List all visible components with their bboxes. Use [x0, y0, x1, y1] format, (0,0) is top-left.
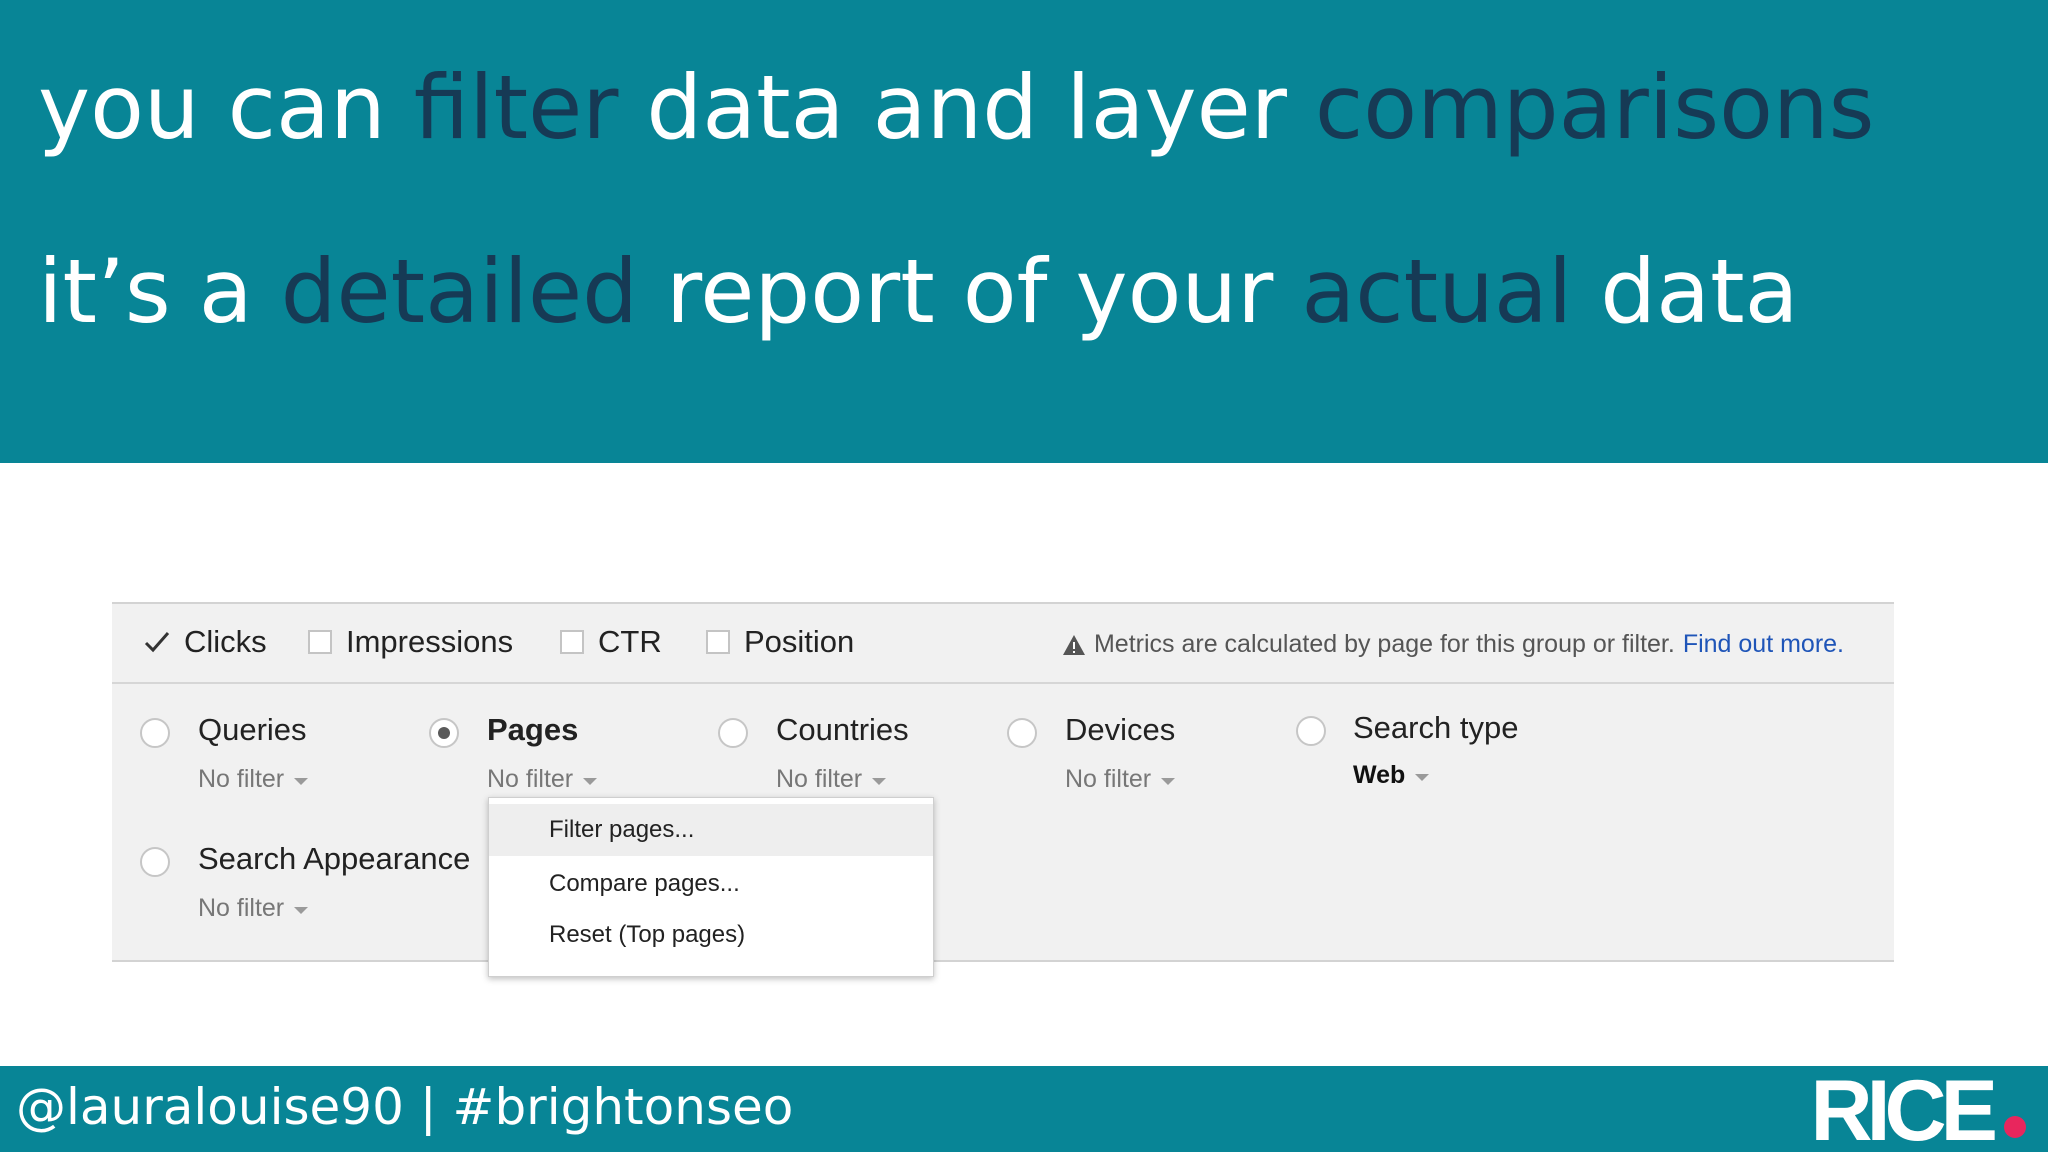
dimension-search-type-label: Search type — [1353, 710, 1519, 745]
search-appearance-radio[interactable] — [140, 847, 170, 877]
devices-filter-value: No filter — [1065, 765, 1152, 793]
headline-text: data and layer — [618, 56, 1315, 159]
chevron-down-icon — [294, 777, 309, 785]
metric-position-label: Position — [744, 624, 855, 659]
checkmark-icon — [144, 632, 170, 653]
headline-highlight: comparisons — [1314, 56, 1875, 159]
search-appearance-filter-value: No filter — [198, 894, 285, 922]
search-type-radio[interactable] — [1296, 716, 1326, 746]
metric-position[interactable]: Position — [706, 624, 854, 660]
metric-ctr[interactable]: CTR — [560, 624, 662, 660]
search-type-filter-value: Web — [1353, 761, 1406, 789]
menu-item-reset-top-pages[interactable]: Reset (Top pages) — [489, 909, 933, 961]
countries-radio[interactable] — [718, 718, 748, 748]
chevron-down-icon — [294, 906, 309, 914]
footer-bar: @lauralouise90 | #brightonseo RICE — [0, 1066, 2048, 1152]
title-banner: you can filter data and layer comparison… — [0, 0, 2048, 463]
pages-filter-dropdown[interactable]: No filter — [487, 765, 598, 794]
headline-line-2: it’s a detailed report of your actual da… — [38, 240, 1799, 343]
metrics-notice: Metrics are calculated by page for this … — [1062, 630, 1844, 659]
headline-text: data — [1572, 240, 1799, 343]
position-checkbox[interactable] — [706, 630, 730, 654]
headline-line-1: you can filter data and layer comparison… — [38, 56, 1875, 159]
find-out-more-link[interactable]: Find out more. — [1683, 630, 1844, 659]
twitter-handle: @lauralouise90 | #brightonseo — [16, 1078, 794, 1136]
metric-impressions-label: Impressions — [346, 624, 514, 659]
headline-text: report of your — [637, 240, 1302, 343]
devices-radio[interactable] — [1007, 718, 1037, 748]
chevron-down-icon — [583, 777, 598, 785]
impressions-checkbox[interactable] — [308, 630, 332, 654]
metric-impressions[interactable]: Impressions — [308, 624, 513, 660]
headline-highlight: filter — [413, 56, 619, 159]
queries-radio[interactable] — [140, 718, 170, 748]
headline-text: you can — [38, 56, 414, 159]
chevron-down-icon — [872, 777, 887, 785]
countries-filter-value: No filter — [776, 765, 863, 793]
pages-filter-value: No filter — [487, 765, 574, 793]
pages-filter-menu: Filter pages... Compare pages... Reset (… — [488, 797, 934, 977]
headline-highlight: actual — [1301, 240, 1573, 343]
dimension-countries-label: Countries — [776, 712, 909, 747]
chevron-down-icon — [1415, 773, 1430, 781]
dimension-search-appearance-label: Search Appearance — [198, 841, 471, 876]
search-analytics-panel: Clicks Impressions CTR Position Metrics … — [112, 602, 1894, 962]
search-appearance-filter-dropdown[interactable]: No filter — [198, 894, 309, 923]
dimension-queries-label: Queries — [198, 712, 307, 747]
dimension-devices-label: Devices — [1065, 712, 1176, 747]
metric-clicks[interactable]: Clicks — [142, 624, 267, 660]
rice-logo: RICE — [1810, 1063, 1998, 1152]
menu-item-compare-pages[interactable]: Compare pages... — [489, 858, 933, 910]
queries-filter-value: No filter — [198, 765, 285, 793]
dimension-pages-label: Pages — [487, 712, 579, 747]
queries-filter-dropdown[interactable]: No filter — [198, 765, 309, 794]
headline-text: it’s a — [38, 240, 281, 343]
headline-highlight: detailed — [280, 240, 638, 343]
logo-dot-icon — [2004, 1116, 2026, 1138]
devices-filter-dropdown[interactable]: No filter — [1065, 765, 1176, 794]
chevron-down-icon — [1161, 777, 1176, 785]
pages-radio[interactable] — [429, 718, 459, 748]
warning-icon — [1062, 634, 1085, 655]
notice-text: Metrics are calculated by page for this … — [1093, 630, 1675, 658]
search-type-filter-dropdown[interactable]: Web — [1353, 761, 1430, 790]
menu-item-filter-pages[interactable]: Filter pages... — [489, 804, 933, 856]
metric-ctr-label: CTR — [598, 624, 662, 659]
metric-clicks-label: Clicks — [184, 624, 267, 659]
countries-filter-dropdown[interactable]: No filter — [776, 765, 887, 794]
ctr-checkbox[interactable] — [560, 630, 584, 654]
metrics-row: Clicks Impressions CTR Position Metrics … — [112, 604, 1894, 684]
